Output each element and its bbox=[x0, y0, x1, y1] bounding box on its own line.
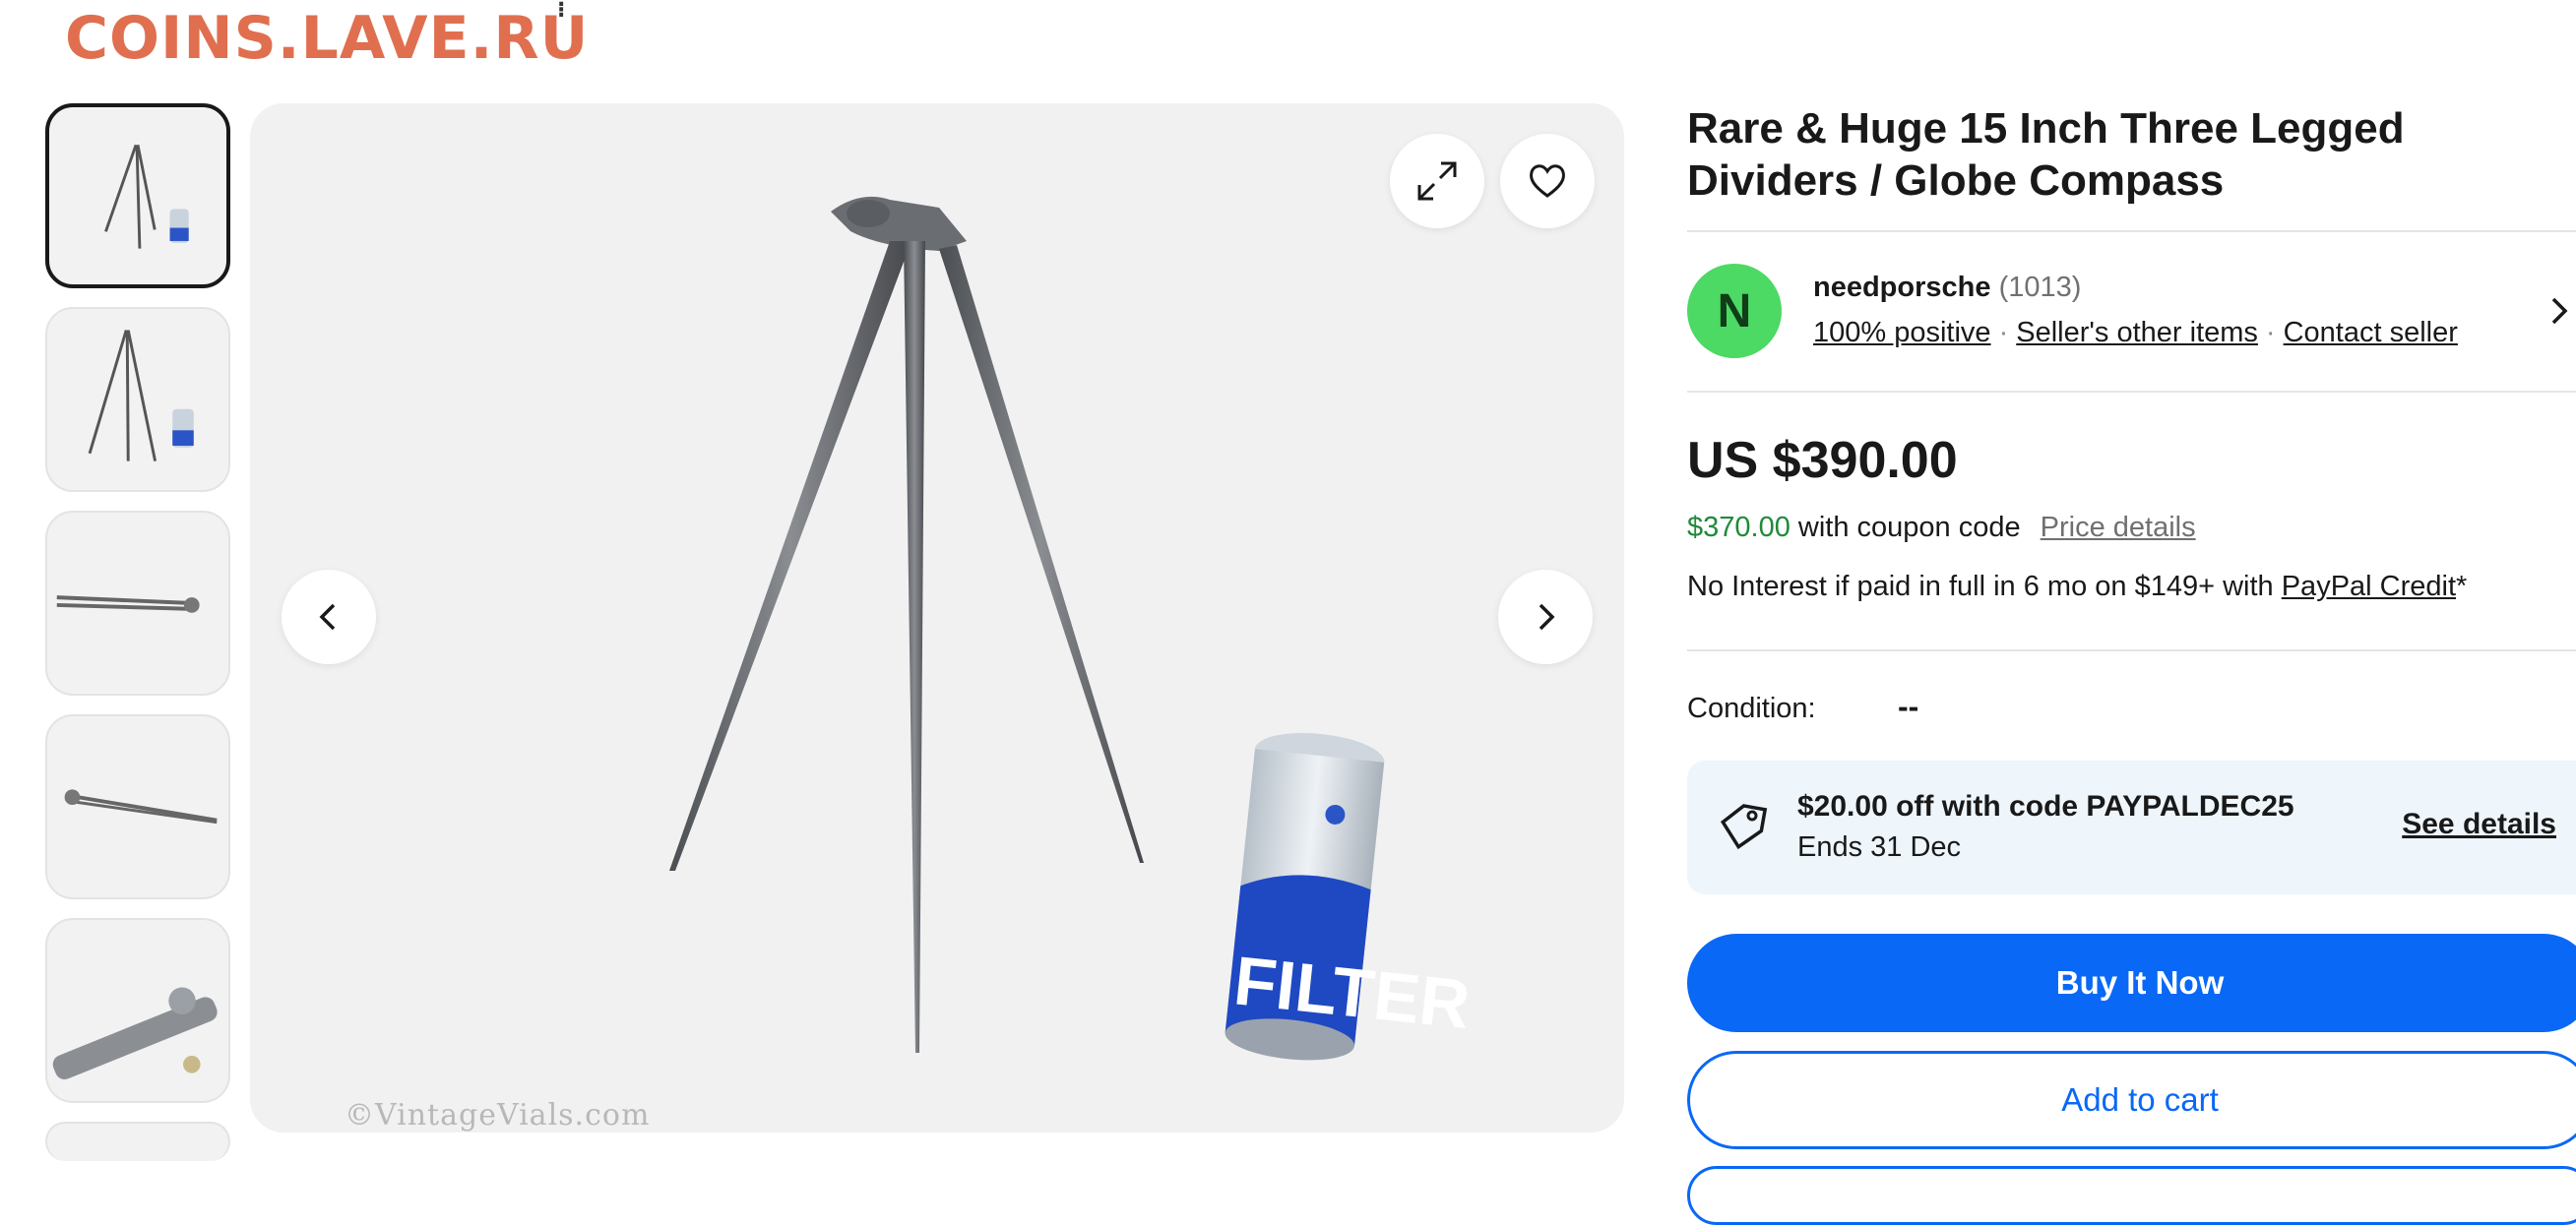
site-watermark: COINS.LAVE.RU ⁝ bbox=[65, 0, 590, 73]
watermark-dot: ⁝ bbox=[557, 0, 567, 23]
promo-ends: Ends 31 Dec bbox=[1797, 831, 1962, 863]
see-details-link[interactable]: See details bbox=[2402, 808, 2556, 841]
seller-links: 100% positive · Seller's other items · Conta… bbox=[1813, 317, 2458, 349]
thumbnail-2[interactable] bbox=[45, 307, 230, 492]
separator-dot: · bbox=[2265, 317, 2276, 348]
seller-chevron-right-icon[interactable] bbox=[2542, 291, 2576, 331]
paypal-credit-row: No Interest if paid in full in 6 mo on $… bbox=[1687, 571, 2467, 603]
listing-title: Rare & Huge 15 Inch Three Legged Divider… bbox=[1687, 104, 2405, 205]
expand-icon bbox=[1417, 161, 1457, 201]
add-to-cart-button[interactable]: Add to cart bbox=[1687, 1051, 2576, 1149]
coupon-price-row: $370.00 with coupon code Price details bbox=[1687, 512, 2196, 544]
coupon-text: with coupon code bbox=[1797, 512, 2021, 543]
chevron-right-icon bbox=[1539, 603, 1555, 631]
buy-it-now-button[interactable]: Buy It Now bbox=[1687, 934, 2576, 1032]
paypal-credit-link[interactable]: PayPal Credit bbox=[2282, 571, 2456, 602]
divider bbox=[1687, 391, 2576, 393]
seller-feedback-count: (1013) bbox=[1998, 272, 2082, 303]
promo-banner: $20.00 off with code PAYPALDEC25 Ends 31… bbox=[1687, 761, 2576, 894]
condition-label: Condition: bbox=[1687, 693, 1816, 724]
positive-feedback-link[interactable]: 100% positive bbox=[1813, 317, 1991, 348]
chevron-left-icon bbox=[319, 603, 336, 631]
expand-button[interactable] bbox=[1390, 134, 1484, 228]
thumbnail-4[interactable] bbox=[45, 714, 230, 899]
divider bbox=[1687, 649, 2576, 651]
main-product-image[interactable]: FILTER ©VintageVials.com bbox=[250, 103, 1624, 1133]
thumbnail-3[interactable] bbox=[45, 511, 230, 696]
seller-name-row: needporsche (1013) bbox=[1813, 272, 2081, 304]
separator-dot: · bbox=[1998, 317, 2009, 348]
coupon-price: $370.00 bbox=[1687, 512, 1791, 543]
item-price: US $390.00 bbox=[1687, 432, 1958, 489]
thumbnail-1[interactable] bbox=[45, 103, 230, 288]
seller-avatar[interactable]: N bbox=[1687, 264, 1782, 358]
seller-name[interactable]: needporsche bbox=[1813, 272, 1991, 303]
previous-image-button[interactable] bbox=[282, 570, 376, 664]
sellers-other-items-link[interactable]: Seller's other items bbox=[2016, 317, 2258, 348]
price-details-link[interactable]: Price details bbox=[2041, 512, 2196, 543]
contact-seller-link[interactable]: Contact seller bbox=[2284, 317, 2458, 348]
thumbnail-5[interactable] bbox=[45, 918, 230, 1103]
favorite-button[interactable] bbox=[1500, 134, 1595, 228]
credit-text: No Interest if paid in full in 6 mo on $… bbox=[1687, 571, 2274, 602]
product-photo: FILTER bbox=[669, 196, 1474, 1061]
watchlist-button-partial[interactable] bbox=[1687, 1166, 2576, 1225]
heart-icon bbox=[1530, 164, 1565, 198]
image-copyright: ©VintageVials.com bbox=[345, 1098, 651, 1133]
thumbnail-6-partial[interactable] bbox=[45, 1122, 230, 1161]
listing-summary: Rare & Huge 15 Inch Three Legged Divider… bbox=[1687, 0, 2576, 1225]
coupon-tag-icon bbox=[1720, 804, 1768, 850]
credit-asterisk: * bbox=[2456, 571, 2468, 602]
divider bbox=[1687, 230, 2576, 232]
next-image-button[interactable] bbox=[1498, 570, 1593, 664]
promo-headline: $20.00 off with code PAYPALDEC25 bbox=[1797, 790, 2294, 823]
condition-value: -- bbox=[1898, 689, 1919, 724]
avatar-letter: N bbox=[1717, 284, 1752, 337]
